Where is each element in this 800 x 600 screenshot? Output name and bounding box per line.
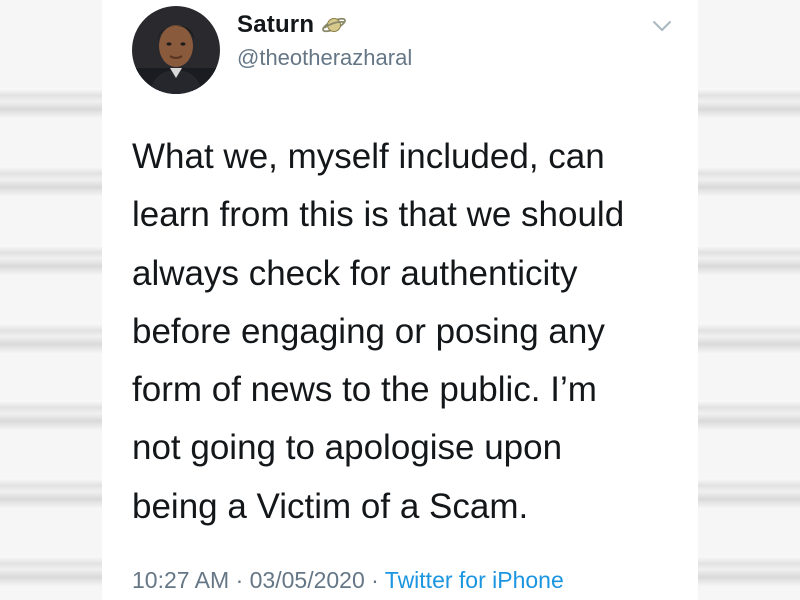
display-name[interactable]: Saturn: [237, 11, 314, 39]
background-stripe: [0, 245, 102, 275]
tweet-source-link[interactable]: Twitter for iPhone: [385, 567, 564, 593]
tweet-text: What we, myself included, can learn from…: [132, 137, 625, 526]
background-stripe: [698, 556, 800, 586]
background-stripe: [0, 400, 102, 430]
tweet-metadata: 10:27 AM · 03/05/2020 · Twitter for iPho…: [132, 567, 564, 594]
chevron-down-icon[interactable]: [650, 14, 674, 38]
background-stripe: [0, 88, 102, 118]
author-name-row[interactable]: Saturn: [237, 11, 348, 39]
background-stripe: [698, 478, 800, 508]
background-stripe: [0, 166, 102, 196]
tweet-time[interactable]: 10:27 AM: [132, 567, 229, 593]
avatar-image: [132, 6, 220, 94]
saturn-planet-icon: [322, 17, 347, 33]
background-stripe: [698, 166, 800, 196]
background-stripe: [698, 400, 800, 430]
background-stripe: [0, 478, 102, 508]
background-stripe: [0, 556, 102, 586]
background-stripe: [698, 88, 800, 118]
meta-separator: ·: [364, 567, 385, 593]
user-handle[interactable]: @theotherazharal: [237, 45, 412, 71]
background-stripe: [698, 245, 800, 275]
background-stripe: [698, 323, 800, 353]
tweet-date[interactable]: 03/05/2020: [250, 567, 365, 593]
background-stripe: [0, 323, 102, 353]
meta-separator: ·: [229, 567, 250, 593]
tweet-card: Saturn @theotherazharal What we, myself …: [102, 0, 698, 600]
avatar[interactable]: [132, 6, 220, 94]
